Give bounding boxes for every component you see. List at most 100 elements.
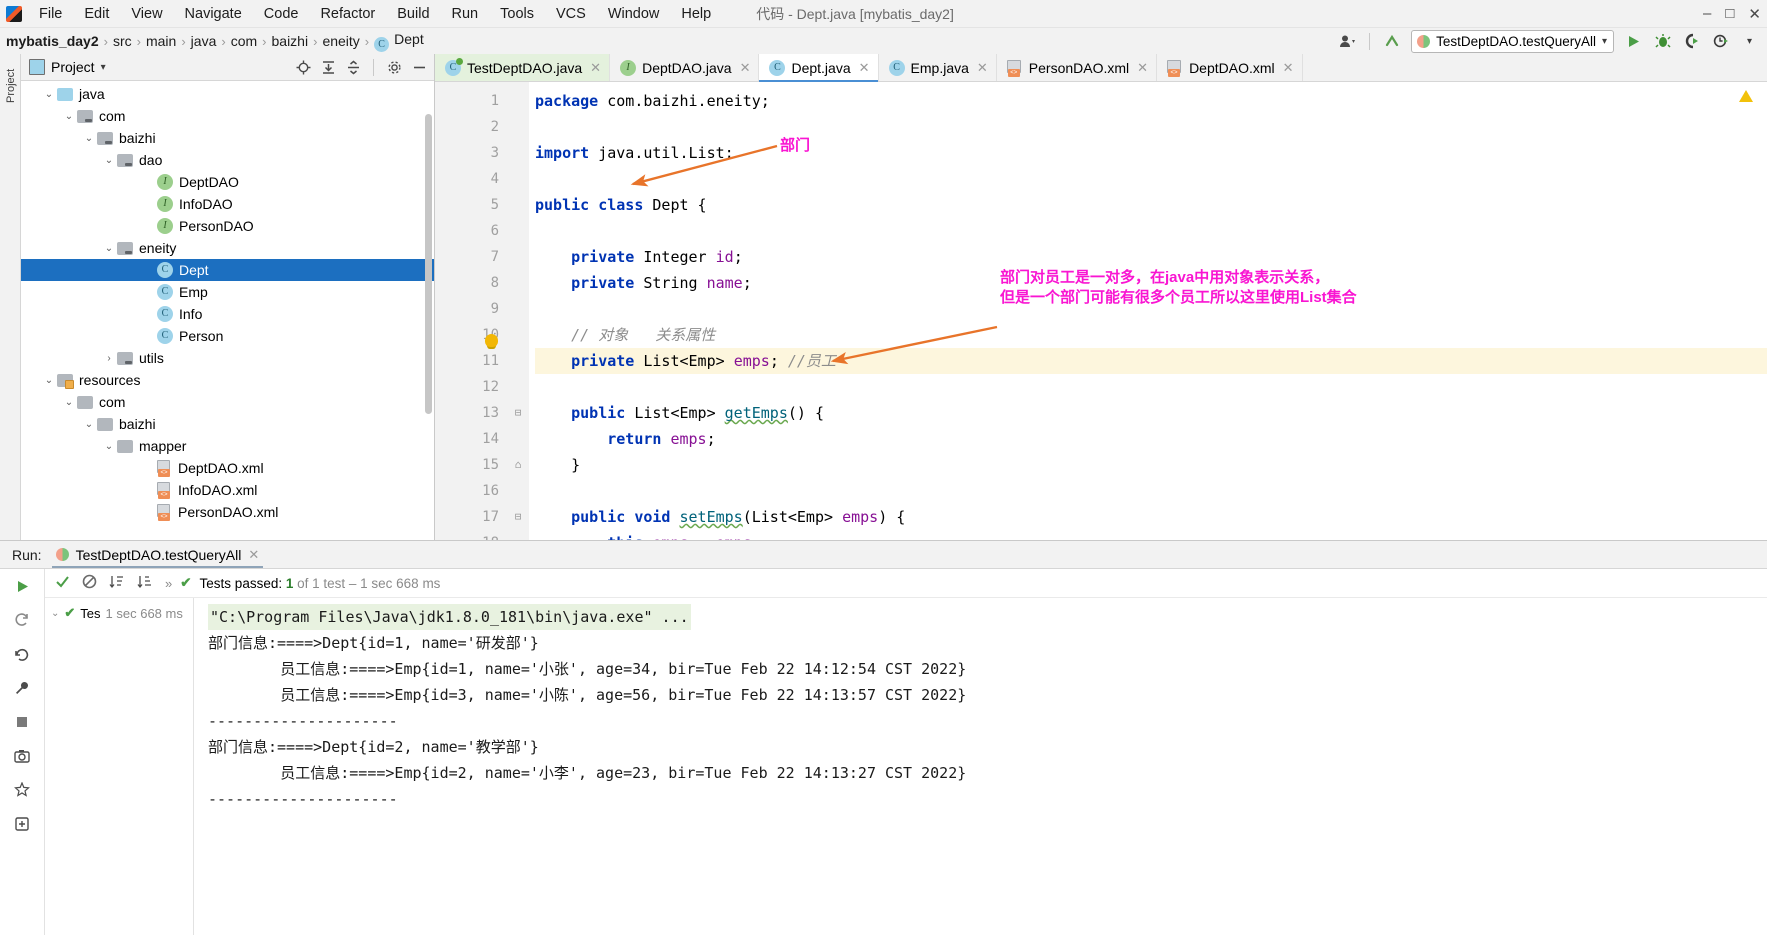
chevron-down-icon[interactable]: ⌄ bbox=[81, 133, 97, 144]
screenshot-icon[interactable] bbox=[11, 745, 33, 767]
chevron-down-icon[interactable]: ⌄ bbox=[61, 397, 77, 408]
rerun-failed-tests-icon[interactable] bbox=[11, 609, 33, 631]
maximize-button[interactable]: □ bbox=[1725, 5, 1734, 22]
chevron-right-icon[interactable]: › bbox=[101, 353, 117, 364]
intention-bulb-icon[interactable] bbox=[485, 334, 498, 347]
menu-view[interactable]: View bbox=[120, 3, 173, 25]
fold-collapse-icon[interactable]: ⊟ bbox=[507, 504, 529, 530]
console-output[interactable]: "C:\Program Files\Java\jdk1.8.0_181\bin\… bbox=[194, 598, 1767, 935]
editor-tab-deptdao-xml[interactable]: DeptDAO.xml ✕ bbox=[1157, 54, 1303, 81]
chevron-down-icon[interactable]: ⌄ bbox=[41, 375, 57, 386]
run-tab[interactable]: TestDeptDAO.testQueryAll ✕ bbox=[51, 541, 264, 568]
chevron-down-icon[interactable]: ⌄ bbox=[81, 419, 97, 430]
tree-item-infodao[interactable]: I InfoDAO bbox=[21, 193, 434, 215]
chevron-down-icon[interactable]: ⌄ bbox=[61, 111, 77, 122]
close-icon[interactable]: ✕ bbox=[859, 60, 870, 76]
rerun-play-icon[interactable] bbox=[11, 575, 33, 597]
chevron-down-icon[interactable]: ⌄ bbox=[41, 89, 57, 100]
menu-build[interactable]: Build bbox=[386, 3, 440, 25]
tree-item-baizhi[interactable]: ⌄ baizhi bbox=[21, 413, 434, 435]
run-configuration-selector[interactable]: TestDeptDAO.testQueryAll ▾ bbox=[1411, 29, 1614, 53]
tree-item-person[interactable]: C Person bbox=[21, 325, 434, 347]
chevron-down-icon[interactable]: ▾ bbox=[101, 62, 106, 73]
menu-edit[interactable]: Edit bbox=[73, 3, 120, 25]
tree-item-infodao-xml[interactable]: InfoDAO.xml bbox=[21, 479, 434, 501]
toggle-auto-test-icon[interactable] bbox=[11, 779, 33, 801]
fold-collapse-icon[interactable]: ⊟ bbox=[507, 400, 529, 426]
close-icon[interactable]: ✕ bbox=[590, 60, 601, 76]
menu-help[interactable]: Help bbox=[670, 3, 722, 25]
close-icon[interactable]: ✕ bbox=[1137, 60, 1148, 76]
editor-tab-deptdao-java[interactable]: I DeptDAO.java ✕ bbox=[610, 54, 760, 81]
menu-vcs[interactable]: VCS bbox=[545, 3, 597, 25]
editor-tab-emp-java[interactable]: C Emp.java ✕ bbox=[879, 54, 997, 81]
breadcrumb-dept[interactable]: C Dept bbox=[370, 31, 428, 52]
breadcrumb-java[interactable]: java bbox=[187, 33, 221, 49]
code-text[interactable]: package com.baizhi.eneity; import java.u… bbox=[529, 82, 1767, 540]
toolbar-more-button[interactable]: ▾ bbox=[1736, 30, 1763, 52]
breadcrumb-src[interactable]: src bbox=[109, 33, 136, 49]
breadcrumb-com[interactable]: com bbox=[227, 33, 261, 49]
locate-file-icon[interactable] bbox=[292, 57, 314, 77]
project-tree-scrollbar[interactable] bbox=[425, 114, 432, 414]
close-icon[interactable]: ✕ bbox=[740, 60, 751, 76]
chevron-down-icon[interactable]: ▾ bbox=[1602, 36, 1607, 47]
editor-tab-testdeptdao-java[interactable]: C TestDeptDAO.java ✕ bbox=[435, 54, 611, 81]
sort-alphabetically-icon[interactable] bbox=[109, 574, 125, 592]
tree-item-info[interactable]: C Info bbox=[21, 303, 434, 325]
tree-item-com[interactable]: ⌄ com bbox=[21, 391, 434, 413]
tree-item-mapper[interactable]: ⌄ mapper bbox=[21, 435, 434, 457]
restart-icon[interactable] bbox=[11, 643, 33, 665]
menu-tools[interactable]: Tools bbox=[489, 3, 545, 25]
code-editor[interactable]: 123456789101112131415161718 ⊟⌂⊟ package … bbox=[435, 82, 1767, 540]
close-button[interactable]: ✕ bbox=[1748, 5, 1761, 23]
expand-all-icon[interactable] bbox=[317, 57, 339, 77]
close-icon[interactable]: ✕ bbox=[248, 547, 259, 563]
tree-item-deptdao[interactable]: I DeptDAO bbox=[21, 171, 434, 193]
fold-end-icon[interactable]: ⌂ bbox=[507, 452, 529, 478]
gear-icon[interactable] bbox=[383, 57, 405, 77]
inspection-warning-icon[interactable] bbox=[1739, 90, 1753, 102]
debug-button[interactable] bbox=[1649, 30, 1676, 52]
close-icon[interactable]: ✕ bbox=[1283, 60, 1294, 76]
expand-toolbar-icon[interactable]: » bbox=[165, 576, 172, 591]
test-tree-row[interactable]: ⌄ ✔ Tes 1 sec 668 ms bbox=[45, 602, 193, 624]
tree-item-dao[interactable]: ⌄ dao bbox=[21, 149, 434, 171]
collapse-all-icon[interactable] bbox=[342, 57, 364, 77]
hide-passed-icon[interactable] bbox=[82, 574, 97, 592]
sort-by-duration-icon[interactable] bbox=[137, 574, 153, 592]
chevron-down-icon[interactable]: ⌄ bbox=[101, 155, 117, 166]
breadcrumb-project[interactable]: mybatis_day2 bbox=[2, 33, 103, 49]
tree-item-java[interactable]: ⌄ java bbox=[21, 83, 434, 105]
editor-tab-dept-java[interactable]: C Dept.java ✕ bbox=[759, 54, 879, 82]
menu-file[interactable]: File bbox=[28, 3, 73, 25]
run-with-coverage-button[interactable] bbox=[1678, 30, 1705, 52]
tree-item-persondao[interactable]: I PersonDAO bbox=[21, 215, 434, 237]
settings-wrench-icon[interactable] bbox=[11, 677, 33, 699]
tool-window-button-project[interactable]: Project bbox=[5, 53, 17, 103]
updates-icon[interactable] bbox=[1378, 30, 1405, 52]
user-icon[interactable] bbox=[1334, 30, 1361, 52]
tree-item-resources[interactable]: ⌄ resources bbox=[21, 369, 434, 391]
tree-item-baizhi[interactable]: ⌄ baizhi bbox=[21, 127, 434, 149]
hide-panel-icon[interactable] bbox=[408, 57, 430, 77]
code-folding-gutter[interactable]: ⊟ ⌂ ⊟ bbox=[507, 82, 529, 540]
breadcrumb-eneity[interactable]: eneity bbox=[318, 33, 363, 49]
stop-icon[interactable] bbox=[11, 711, 33, 733]
chevron-down-icon[interactable]: ⌄ bbox=[101, 441, 117, 452]
check-all-icon[interactable] bbox=[55, 574, 70, 592]
close-icon[interactable]: ✕ bbox=[977, 60, 988, 76]
editor-tab-persondao-xml[interactable]: PersonDAO.xml ✕ bbox=[997, 54, 1158, 81]
run-button[interactable] bbox=[1620, 30, 1647, 52]
chevron-down-icon[interactable]: ⌄ bbox=[51, 608, 59, 619]
tree-item-emp[interactable]: C Emp bbox=[21, 281, 434, 303]
breadcrumb-baizhi[interactable]: baizhi bbox=[268, 33, 313, 49]
tree-item-eneity[interactable]: ⌄ eneity bbox=[21, 237, 434, 259]
project-tree[interactable]: ⌄ java ⌄ com ⌄ baizhi ⌄ dao I DeptDAO I InfoDAO I Per… bbox=[21, 81, 434, 540]
menu-window[interactable]: Window bbox=[597, 3, 671, 25]
tree-item-com[interactable]: ⌄ com bbox=[21, 105, 434, 127]
profiler-button[interactable] bbox=[1707, 30, 1734, 52]
chevron-down-icon[interactable]: ⌄ bbox=[101, 243, 117, 254]
project-panel-title[interactable]: Project ▾ bbox=[29, 59, 106, 75]
menu-refactor[interactable]: Refactor bbox=[309, 3, 386, 25]
